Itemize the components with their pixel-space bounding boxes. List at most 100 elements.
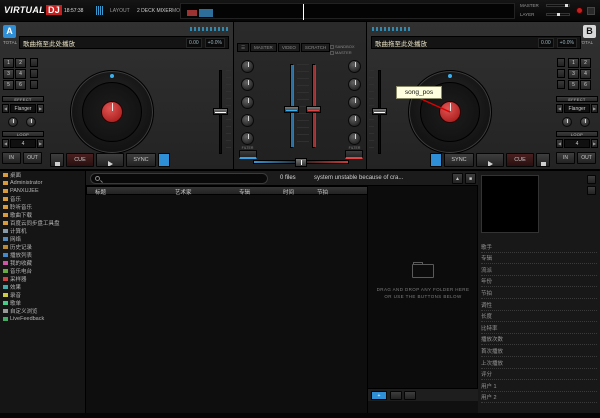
master-toggle[interactable]: MASTER [330,50,352,55]
info-panel-button[interactable] [587,175,596,184]
sidebar-folder-item[interactable]: 我的收藏 [0,259,85,267]
deck-a-badge[interactable]: A [3,25,16,38]
hotcue-pad[interactable]: 2 [580,58,591,68]
sidebar-folder-item[interactable]: 计算机 [0,227,85,235]
hotcue-pad[interactable]: 1 [568,58,579,68]
jog-wheel-a[interactable] [70,70,154,154]
mixer-tab[interactable]: VIDEO [278,43,300,52]
filter-knob-b[interactable] [348,132,361,145]
sidebar-folder-item[interactable]: 效果 [0,283,85,291]
folder-up-button[interactable]: ▲ [452,173,463,184]
cue-button-a[interactable]: CUE [66,153,94,167]
pfl-button-a[interactable] [239,150,257,159]
play-button-a[interactable] [96,153,124,167]
menu-icon[interactable]: ☰ [237,43,249,52]
deck-a-title-bar[interactable]: 歌曲拖至此处播放 0.00 +0.0% [19,36,229,49]
sidebar-folder-item[interactable]: 桌面 [0,171,85,179]
file-list[interactable]: 标题 艺术家 专辑 时间 节拍 [86,186,368,414]
volume-fader-handle-b[interactable] [306,106,321,113]
info-panel-button[interactable] [587,186,596,195]
record-icon[interactable] [576,7,583,14]
layer-slider[interactable] [546,13,570,16]
deck-b-badge[interactable]: B [583,25,596,38]
effect-prev-arrow[interactable]: ◀ [2,104,9,113]
cue-button-b[interactable]: CUE [506,153,534,167]
effect-knob-1[interactable] [562,117,572,127]
deck-mode-button[interactable]: 2 DECK MIXER [137,8,172,14]
column-header[interactable]: 节拍 [317,188,328,196]
effect-knob-1[interactable] [8,117,18,127]
hotcue-pad[interactable]: 3 [568,69,579,79]
loop-double-arrow[interactable]: ▶ [591,139,598,148]
toolbar-button[interactable] [404,391,416,400]
stop-button-b[interactable] [536,153,550,167]
filter-knob-a[interactable] [241,132,254,145]
sidebar-folder-item[interactable]: 百度云同步盘工具盘 [0,219,85,227]
sync-button-b[interactable]: SYNC [444,153,474,167]
column-header[interactable]: 艺术家 [175,188,192,196]
volume-fader-handle-a[interactable] [284,106,299,113]
hotcue-mini-button[interactable] [30,69,38,78]
sandbox-toggle[interactable]: SANDBOX [330,44,355,49]
mixer-tab[interactable]: SCRATCH [301,43,330,52]
loop-double-arrow[interactable]: ▶ [37,139,44,148]
drop-zone[interactable]: DRAG AND DROP ANY FOLDER HERE OR USE THE… [368,186,478,401]
sidebar-folder-item[interactable]: 音乐电台 [0,267,85,275]
hotcue-mini-button[interactable] [557,58,565,67]
effect-next-arrow[interactable]: ▶ [37,104,44,113]
hotcue-pad[interactable]: 5 [568,80,579,90]
eq-mid-knob-b[interactable] [348,96,361,109]
settings-gear-icon[interactable] [587,7,595,15]
deck-a-effect-select[interactable]: Flanger [10,104,36,113]
sidebar-folder-item[interactable]: 历史记录 [0,243,85,251]
eq-high-knob-b[interactable] [348,78,361,91]
play-button-b[interactable] [476,153,504,167]
effect-knob-2[interactable] [26,117,36,127]
deck-b-title-bar[interactable]: 歌曲拖至此处播放 0.00 +0.0% [371,36,581,49]
sidebar-folder-item[interactable]: 音乐 [0,195,85,203]
hotcue-pad[interactable]: 2 [15,58,26,68]
hotcue-mini-button[interactable] [30,80,38,89]
loop-half-arrow[interactable]: ◀ [556,139,563,148]
master-volume-slider[interactable] [546,4,570,7]
hotcue-pad[interactable]: 3 [3,69,14,79]
crossfader-handle[interactable] [295,158,307,167]
deck-b-slip-button[interactable] [430,153,442,167]
mixer-tab[interactable]: MASTER [250,43,277,52]
hotcue-pad[interactable]: 4 [15,69,26,79]
column-header[interactable]: 标题 [95,188,106,196]
loop-out-button[interactable]: OUT [577,152,596,164]
sidebar-folder-item[interactable]: 播放列表 [0,251,85,259]
toolbar-button[interactable] [390,391,402,400]
jog-wheel-b[interactable] [408,70,492,154]
hotcue-mini-button[interactable] [557,80,565,89]
loop-in-button[interactable]: IN [556,152,575,164]
hotcue-pad[interactable]: 4 [580,69,591,79]
deck-b-effect-select[interactable]: Flanger [564,104,590,113]
gain-knob-b[interactable] [348,60,361,73]
effect-prev-arrow[interactable]: ◀ [556,104,563,113]
hotcue-pad[interactable]: 6 [580,80,591,90]
search-input[interactable] [90,173,268,184]
sidebar-folder-item[interactable]: 采样器 [0,275,85,283]
hotcue-pad[interactable]: 5 [3,80,14,90]
sidebar-folder-item[interactable]: 录音 [0,291,85,299]
layout-button[interactable]: LAYOUT [110,8,130,14]
eq-high-knob-a[interactable] [241,78,254,91]
loop-in-button[interactable]: IN [2,152,21,164]
sync-button-a[interactable]: SYNC [126,153,156,167]
eq-low-knob-b[interactable] [348,114,361,127]
sidebar-folder-item[interactable]: PANXUJEE [0,187,85,195]
add-folder-button[interactable]: + [371,391,387,400]
loop-half-arrow[interactable]: ◀ [2,139,9,148]
eq-mid-knob-a[interactable] [241,96,254,109]
album-art[interactable] [481,175,539,233]
gain-knob-a[interactable] [241,60,254,73]
column-header[interactable]: 专辑 [239,188,250,196]
waveform-display[interactable] [180,3,515,19]
sidebar-folder-item[interactable]: 歌曲下载 [0,211,85,219]
effect-next-arrow[interactable]: ▶ [591,104,598,113]
column-header[interactable]: 时间 [283,188,294,196]
hotcue-mini-button[interactable] [30,58,38,67]
deck-a-pitch-handle[interactable] [213,108,228,115]
